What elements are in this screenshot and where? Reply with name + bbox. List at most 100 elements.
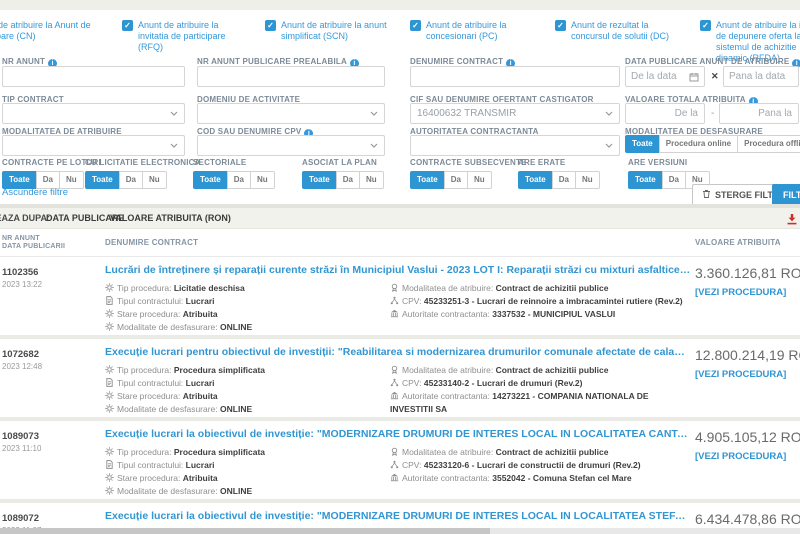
awards-filter-page: ANUNTURI DE ATRIBUIRE ✓ Anunt de atribui… xyxy=(0,0,800,534)
nr-anunt-publicare-input[interactable] xyxy=(197,66,385,87)
export-download-icon[interactable] xyxy=(786,212,798,224)
publish-date: 2023 11:10 xyxy=(2,444,98,453)
checkbox-checked-icon[interactable]: ✓ xyxy=(700,20,711,31)
results-list: 1102356 2023 13:22 Lucrări de întreținer… xyxy=(0,257,800,534)
toggle-option-are-versiuni-toate[interactable]: Toate xyxy=(628,171,663,189)
detail-label: Autoritate contractanta: xyxy=(402,391,492,401)
date-from-input[interactable]: De la data xyxy=(625,66,705,87)
toggle-option-contracte-subsecvente-nu[interactable]: Nu xyxy=(467,171,492,189)
hide-filters-link[interactable]: Ascundere filtre xyxy=(2,187,68,198)
date-to-input[interactable]: Pana la data xyxy=(723,66,799,87)
sort-bar: ORDONEAZA DUPA: DATA PUBLICARE VALOARE A… xyxy=(0,208,800,229)
detail-line: Tipul contractului: Lucrari xyxy=(105,459,390,472)
chevron-down-icon xyxy=(370,111,378,116)
toggle-option-asociat-la-plan-nu[interactable]: Nu xyxy=(359,171,384,189)
award-icon xyxy=(390,447,402,459)
detail-line: Stare procedura: Atribuita xyxy=(105,308,390,321)
details-right-column: Modalitatea de atribuire: Contract de ac… xyxy=(390,446,686,498)
toggle-option-sectoriale-nu[interactable]: Nu xyxy=(250,171,275,189)
autoritate-select[interactable] xyxy=(410,135,620,156)
view-procedure-link[interactable]: [VEZI PROCEDURA] xyxy=(695,451,800,462)
cpv-select[interactable] xyxy=(197,135,385,156)
toggle-group-asociat-la-plan: ASOCIAT LA PLAN ToateDaNu xyxy=(302,158,384,189)
detail-line: Stare procedura: Atribuita xyxy=(105,472,390,485)
checkbox-checked-icon[interactable]: ✓ xyxy=(555,20,566,31)
toggle-option-asociat-la-plan-toate[interactable]: Toate xyxy=(302,171,337,189)
detail-line: Autoritate contractanta: 14273221 - COMP… xyxy=(390,390,686,415)
toggle-option-cu-licitatie-electronica-nu[interactable]: Nu xyxy=(142,171,167,189)
detail-line: CPV: 45233120-6 - Lucrari de constructii… xyxy=(390,459,686,472)
contract-title-link[interactable]: Execuție lucrari pentru obiectivul de in… xyxy=(105,345,691,359)
detail-line: Modalitatea de atribuire: Contract de ac… xyxy=(390,446,686,459)
contract-title-link[interactable]: Lucrări de întreținere și reparații cure… xyxy=(105,263,691,277)
toggle-option-procedura-online[interactable]: Procedura online xyxy=(659,135,738,153)
notice-type-checkbox-5[interactable]: ✓ Anunt de rezultat la concursul de solu… xyxy=(555,20,687,42)
notice-type-checkbox-3[interactable]: ✓ Anunt de atribuire la anunt simplifica… xyxy=(265,20,393,42)
checkbox-checked-icon[interactable]: ✓ xyxy=(265,20,276,31)
awarded-value: 4.905.105,12 RON xyxy=(695,429,800,445)
toggle-option-cu-licitatie-electronica-toate[interactable]: Toate xyxy=(85,171,120,189)
notice-id: 1102356 xyxy=(2,267,98,278)
awarded-value: 6.434.478,86 RON xyxy=(695,511,800,527)
publish-date: 2023 12:48 xyxy=(2,362,98,371)
detail-label: Stare procedura: xyxy=(117,391,183,401)
toggle-option-toate[interactable]: Toate xyxy=(625,135,660,153)
checkbox-checked-icon[interactable]: ✓ xyxy=(122,20,133,31)
result-row-2: 1072682 2023 12:48 Execuție lucrari pent… xyxy=(0,339,800,417)
scrollbar-thumb[interactable] xyxy=(0,528,490,534)
nr-anunt-input[interactable] xyxy=(2,66,185,87)
toggle-option-are-erate-da[interactable]: Da xyxy=(552,171,576,189)
gear-icon xyxy=(105,486,117,498)
document-icon xyxy=(105,460,117,472)
toggle-option-asociat-la-plan-da[interactable]: Da xyxy=(336,171,360,189)
detail-value: Atribuita xyxy=(183,473,218,483)
tip-contract-select[interactable] xyxy=(2,103,185,124)
checkbox-checked-icon[interactable]: ✓ xyxy=(410,20,421,31)
cif-ofertant-select[interactable]: 16400632 TRANSMIR xyxy=(410,103,620,124)
toggle-option-are-erate-toate[interactable]: Toate xyxy=(518,171,553,189)
detail-label: Tip procedura: xyxy=(117,447,174,457)
gear-icon xyxy=(105,322,117,334)
award-icon xyxy=(390,365,402,377)
contract-title-link[interactable]: Execuție lucrari la obiectivul de invest… xyxy=(105,509,691,523)
view-procedure-link[interactable]: [VEZI PROCEDURA] xyxy=(695,287,800,298)
detail-value: 45233120-6 - Lucrari de constructii de d… xyxy=(424,460,641,470)
clear-date-icon[interactable]: ✕ xyxy=(711,71,719,82)
notice-type-checkbox-2[interactable]: ✓ Anunt de atribuire la invitatia de par… xyxy=(122,20,250,53)
sort-by-value[interactable]: VALOARE ATRIBUITA (RON) xyxy=(110,213,231,223)
details-right-column: Modalitatea de atribuire: Contract de ac… xyxy=(390,364,686,416)
modalitate-atribuire-select[interactable] xyxy=(2,135,185,156)
detail-label: Tipul contractului: xyxy=(117,378,186,388)
notice-type-checkbox-4[interactable]: ✓ Anunt de atribuire la concesionari (PC… xyxy=(410,20,538,42)
toggle-option-cu-licitatie-electronica-da[interactable]: Da xyxy=(119,171,143,189)
trash-icon xyxy=(702,189,711,201)
toggle-option-sectoriale-da[interactable]: Da xyxy=(227,171,251,189)
denumire-contract-input[interactable] xyxy=(410,66,620,87)
detail-value: Contract de achizitii publice xyxy=(496,447,609,457)
column-header-denumire-contract: DENUMIRE CONTRACT xyxy=(105,238,198,247)
detail-line: CPV: 45233251-3 - Lucrari de reinnoire a… xyxy=(390,295,686,308)
toggle-option-procedura-offline[interactable]: Procedura offline xyxy=(737,135,800,153)
top-bar: ANUNTURI DE ATRIBUIRE xyxy=(0,0,800,10)
horizontal-scrollbar[interactable] xyxy=(0,528,800,534)
calendar-icon[interactable] xyxy=(689,72,699,82)
toggle-option-are-versiuni-da[interactable]: Da xyxy=(662,171,686,189)
detail-label: Tip procedura: xyxy=(117,365,174,375)
notice-type-checkbox-1[interactable]: ✓ Anunt de atribuire la Anunt de partici… xyxy=(0,20,108,42)
detail-value: Licitatie deschisa xyxy=(174,283,245,293)
detail-line: Autoritate contractanta: 3337532 - MUNIC… xyxy=(390,308,686,321)
detail-label: Modalitate de desfasurare: xyxy=(117,322,220,332)
toggle-option-contracte-subsecvente-da[interactable]: Da xyxy=(444,171,468,189)
contract-title-link[interactable]: Execuție lucrari la obiectivul de invest… xyxy=(105,427,691,441)
apply-filters-button[interactable]: FILTREAZA xyxy=(772,184,800,206)
valoare-from-input[interactable] xyxy=(625,103,705,124)
detail-line: Autoritate contractanta: 3552042 - Comun… xyxy=(390,472,686,485)
toggle-option-sectoriale-toate[interactable]: Toate xyxy=(193,171,228,189)
valoare-to-input[interactable] xyxy=(719,103,799,124)
view-procedure-link[interactable]: [VEZI PROCEDURA] xyxy=(695,369,800,380)
toggle-option-contracte-subsecvente-toate[interactable]: Toate xyxy=(410,171,445,189)
domeniu-select[interactable] xyxy=(197,103,385,124)
detail-value: ONLINE xyxy=(220,486,252,496)
gear-icon xyxy=(105,391,117,403)
toggle-option-are-erate-nu[interactable]: Nu xyxy=(575,171,600,189)
